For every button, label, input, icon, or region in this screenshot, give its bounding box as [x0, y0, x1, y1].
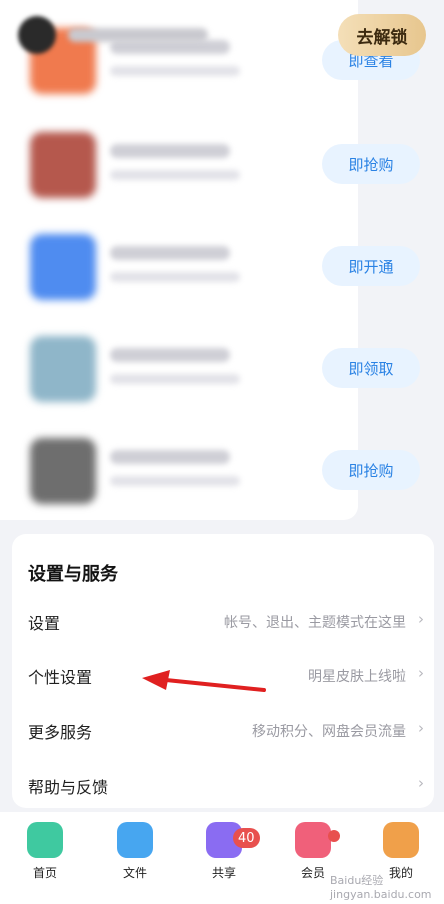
row-description: 帐号、退出、主题模式在这里: [224, 615, 406, 631]
promo-title-blurred: [110, 450, 230, 464]
unlock-button[interactable]: 去解锁: [338, 14, 426, 56]
username-blurred: [68, 28, 208, 42]
annotation-arrow: [142, 670, 266, 692]
settings-row-settings[interactable]: 设置 帐号、退出、主题模式在这里 ›: [12, 594, 434, 648]
chevron-right-icon: ›: [418, 664, 424, 682]
row-label: 帮助与反馈: [28, 778, 109, 797]
promo-item[interactable]: 即抢购: [0, 420, 420, 520]
chevron-right-icon: ›: [418, 610, 424, 628]
promo-title-blurred: [110, 348, 230, 362]
nav-label: 共享: [211, 866, 236, 880]
settings-row-help-feedback[interactable]: 帮助与反馈 ›: [12, 758, 434, 812]
notification-dot: [328, 830, 340, 842]
promo-subtitle-blurred: [110, 374, 240, 384]
promo-action-button[interactable]: 即抢购: [322, 450, 420, 490]
settings-row-more-services[interactable]: 更多服务 移动积分、网盘会员流量 ›: [12, 703, 434, 757]
chevron-right-icon: ›: [418, 774, 424, 792]
promo-item[interactable]: 即开通: [0, 216, 420, 316]
promo-title-blurred: [110, 144, 230, 158]
row-description: 明星皮肤上线啦: [308, 669, 406, 685]
top-header: 去解锁: [0, 0, 444, 70]
nav-item-files[interactable]: 文件: [100, 812, 170, 904]
promo-subtitle-blurred: [110, 170, 240, 180]
member-icon: [295, 822, 331, 858]
promo-thumbnail: [30, 132, 96, 198]
promo-item[interactable]: 即领取: [0, 318, 420, 418]
chevron-right-icon: ›: [418, 719, 424, 737]
row-label: 设置: [28, 614, 61, 633]
nav-item-home[interactable]: 首页: [10, 812, 80, 904]
profile-icon: [383, 822, 419, 858]
promo-action-button[interactable]: 即开通: [322, 246, 420, 286]
row-label: 个性设置: [28, 668, 93, 687]
promo-subtitle-blurred: [110, 476, 240, 486]
promo-thumbnail: [30, 234, 96, 300]
nav-label: 首页: [32, 866, 57, 880]
avatar[interactable]: [18, 16, 56, 54]
share-count-badge: 40: [233, 828, 260, 848]
row-label: 更多服务: [28, 723, 93, 742]
promo-action-button[interactable]: 即领取: [322, 348, 420, 388]
promo-thumbnail: [30, 438, 96, 504]
row-description: 移动积分、网盘会员流量: [252, 724, 406, 740]
promo-item[interactable]: 即抢购: [0, 114, 420, 214]
folder-icon: [117, 822, 153, 858]
settings-title: 设置与服务: [28, 564, 118, 585]
nav-label: 文件: [122, 866, 147, 880]
promo-thumbnail: [30, 336, 96, 402]
promo-action-button[interactable]: 即抢购: [322, 144, 420, 184]
nav-item-share[interactable]: 40 共享: [189, 812, 260, 904]
watermark: Baidu经验 jingyan.baidu.com: [330, 874, 432, 901]
home-icon: [27, 822, 63, 858]
promo-title-blurred: [110, 246, 230, 260]
promo-subtitle-blurred: [110, 272, 240, 282]
promo-list-card: 即查看 即抢购 即开通 即领取 即抢购: [0, 0, 420, 520]
